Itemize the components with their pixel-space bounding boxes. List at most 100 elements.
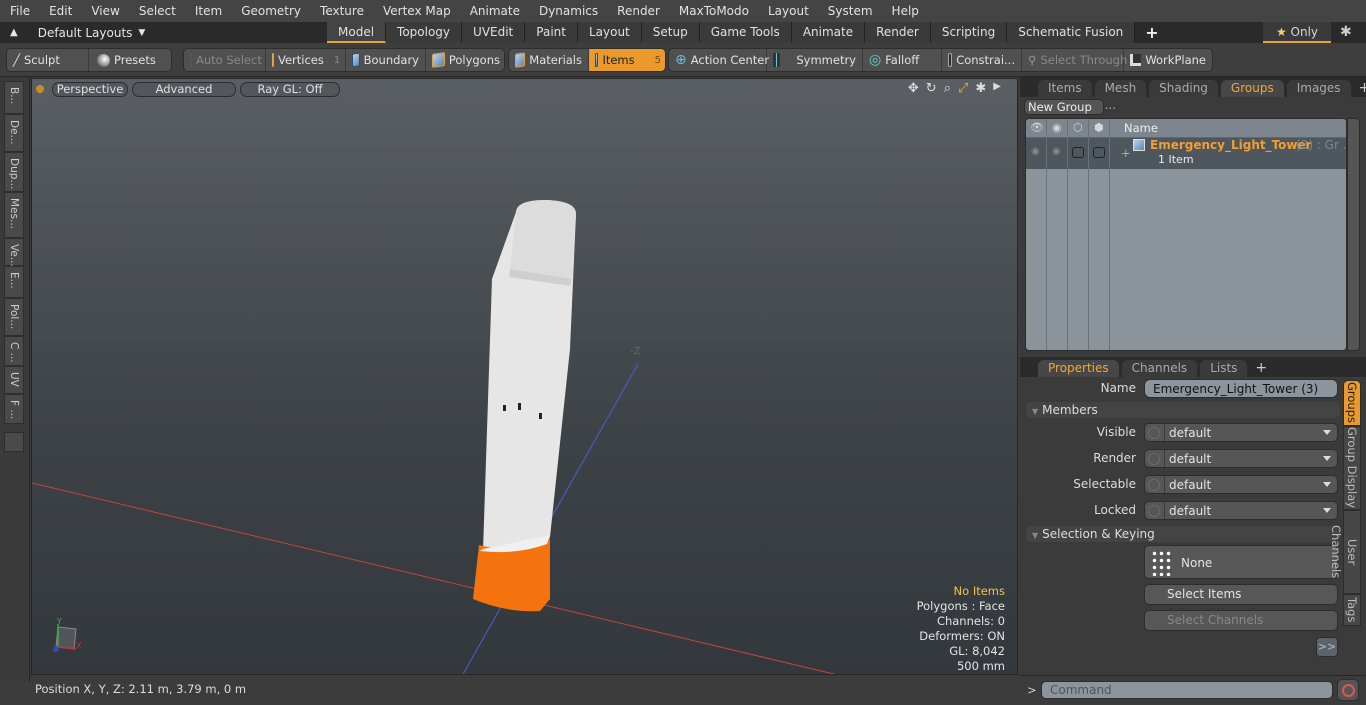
selection-keying-section[interactable]: ▼ Selection & Keying: [1026, 526, 1340, 542]
add-panel-tab-button[interactable]: +: [1354, 80, 1366, 97]
command-input[interactable]: Command: [1041, 681, 1333, 699]
side-tab-user-channels[interactable]: User Channels: [1329, 510, 1361, 594]
left-tab-7[interactable]: C ...: [4, 336, 24, 366]
constraints-button[interactable]: Constrai...: [942, 49, 1022, 71]
menu-geometry[interactable]: Geometry: [231, 0, 310, 22]
new-group-button[interactable]: New Group: [1024, 99, 1104, 115]
left-tab-3[interactable]: Mes...: [4, 192, 24, 238]
visible-dropdown[interactable]: default: [1144, 423, 1338, 442]
panel-tab-images[interactable]: Images: [1286, 80, 1351, 97]
members-section[interactable]: ▼ Members: [1026, 402, 1340, 418]
left-tab-5[interactable]: E...: [4, 266, 24, 298]
tab-scripting[interactable]: Scripting: [930, 22, 1008, 43]
symmetry-button[interactable]: Symmetry: [767, 49, 863, 71]
workplane-button[interactable]: WorkPlane: [1124, 49, 1212, 71]
lock-checkbox[interactable]: [1072, 147, 1084, 158]
select-items-button[interactable]: Select Items: [1144, 584, 1338, 605]
tab-animate[interactable]: Animate: [791, 22, 866, 43]
maximize-icon[interactable]: ⤢: [958, 81, 968, 96]
tab-paint[interactable]: Paint: [525, 22, 578, 43]
panel-tab-items[interactable]: Items: [1038, 80, 1092, 97]
presets-button[interactable]: Presets: [89, 49, 171, 71]
select-through-button[interactable]: ⚲ Select Through: [1022, 49, 1127, 71]
menu-vertex-map[interactable]: Vertex Map: [373, 0, 460, 22]
boundary-button[interactable]: Boundary: [346, 49, 426, 71]
side-tab-groups[interactable]: Groups: [1343, 380, 1361, 426]
tab-game-tools[interactable]: Game Tools: [699, 22, 792, 43]
render-dropdown[interactable]: default: [1144, 449, 1338, 468]
left-tab-extra[interactable]: [4, 432, 24, 452]
vertices-button[interactable]: Vertices 1: [266, 49, 346, 71]
only-toggle[interactable]: ★ Only: [1263, 22, 1331, 43]
tab-layout[interactable]: Layout: [577, 22, 642, 43]
falloff-button[interactable]: ◎ Falloff: [863, 49, 942, 71]
tab-setup[interactable]: Setup: [641, 22, 700, 43]
menu-maxtomodo[interactable]: MaxToModo: [669, 0, 758, 22]
left-tab-0[interactable]: B...: [4, 81, 24, 114]
rotate-icon[interactable]: ↻: [926, 81, 937, 96]
add-props-tab-button[interactable]: +: [1250, 360, 1272, 377]
auto-select-button[interactable]: Auto Select: [184, 49, 266, 71]
props-tab-channels[interactable]: Channels: [1121, 360, 1198, 377]
name-column-header[interactable]: Name: [1124, 121, 1158, 135]
action-center-button[interactable]: ⊕ Action Center: [669, 49, 769, 71]
visibility-eye-icon[interactable]: ◉: [1031, 146, 1040, 157]
channel-circle-icon[interactable]: [1148, 478, 1160, 491]
eye-icon[interactable]: 👁: [1030, 121, 1044, 134]
props-tab-lists[interactable]: Lists: [1200, 360, 1248, 377]
viewport-menu-dot[interactable]: [36, 85, 44, 93]
channel-circle-icon[interactable]: [1148, 426, 1160, 439]
panel-tab-shading[interactable]: Shading: [1149, 80, 1218, 97]
polygons-button[interactable]: Polygons: [426, 49, 504, 71]
zoom-icon[interactable]: ⌕: [944, 81, 951, 96]
panel-tab-mesh[interactable]: Mesh ...: [1094, 80, 1147, 112]
select-channels-button[interactable]: Select Channels: [1144, 610, 1338, 631]
props-tab-properties[interactable]: Properties: [1038, 360, 1119, 377]
menu-edit[interactable]: Edit: [39, 0, 81, 22]
select-checkbox[interactable]: [1093, 147, 1105, 158]
side-tab-tags[interactable]: Tags: [1343, 594, 1361, 626]
menu-help[interactable]: Help: [882, 0, 928, 22]
expand-arrow-icon[interactable]: ▶: [993, 81, 1001, 96]
left-tab-9[interactable]: F ...: [4, 394, 24, 424]
side-tab-group-display[interactable]: Group Display: [1343, 426, 1361, 510]
groups-list-scrollbar[interactable]: [1347, 118, 1360, 351]
left-tab-8[interactable]: UV: [4, 366, 24, 394]
name-field[interactable]: Emergency_Light_Tower (3): [1144, 379, 1338, 398]
more-button[interactable]: >>: [1316, 637, 1338, 657]
panel-tab-groups[interactable]: Groups: [1220, 80, 1284, 97]
tab-schematic-fusion[interactable]: Schematic Fusion: [1007, 22, 1136, 43]
left-tab-2[interactable]: Dup...: [4, 152, 24, 192]
menu-dynamics[interactable]: Dynamics: [529, 0, 607, 22]
tab-model[interactable]: Model: [327, 22, 387, 43]
tab-topology[interactable]: Topology: [386, 22, 463, 43]
channel-circle-icon[interactable]: [1148, 504, 1160, 517]
tab-render[interactable]: Render: [865, 22, 931, 43]
menu-file[interactable]: File: [0, 0, 39, 22]
left-tab-4[interactable]: Ve...: [4, 238, 24, 267]
menu-view[interactable]: View: [81, 0, 128, 22]
menu-system[interactable]: System: [818, 0, 882, 22]
items-button[interactable]: Items 5: [589, 49, 665, 71]
advanced-button[interactable]: Advanced: [132, 81, 236, 97]
render-toggle-icon[interactable]: ◉: [1052, 146, 1061, 157]
channel-circle-icon[interactable]: [1148, 452, 1160, 465]
menu-render[interactable]: Render: [607, 0, 669, 22]
raygl-button[interactable]: Ray GL: Off: [240, 81, 340, 97]
locked-dropdown[interactable]: default: [1144, 501, 1338, 520]
none-preset-button[interactable]: None: [1144, 545, 1338, 579]
menu-item[interactable]: Item: [185, 0, 231, 22]
group-row[interactable]: ◉ ◉ + Emergency_Light_Tower (3) : Gr ...…: [1026, 138, 1346, 169]
materials-button[interactable]: Materials: [509, 49, 589, 71]
perspective-button[interactable]: Perspective: [52, 81, 128, 97]
menu-select[interactable]: Select: [129, 0, 185, 22]
add-tab-button[interactable]: +: [1135, 23, 1168, 42]
menu-texture[interactable]: Texture: [310, 0, 373, 22]
menu-layout[interactable]: Layout: [758, 0, 818, 22]
menu-animate[interactable]: Animate: [460, 0, 529, 22]
sculpt-button[interactable]: ╱ Sculpt: [7, 49, 89, 71]
viewport-settings-icon[interactable]: ✱: [975, 81, 986, 96]
selectable-dropdown[interactable]: default: [1144, 475, 1338, 494]
tab-uvedit[interactable]: UVEdit: [462, 22, 526, 43]
collapse-arrow-icon[interactable]: ▲: [10, 27, 18, 38]
